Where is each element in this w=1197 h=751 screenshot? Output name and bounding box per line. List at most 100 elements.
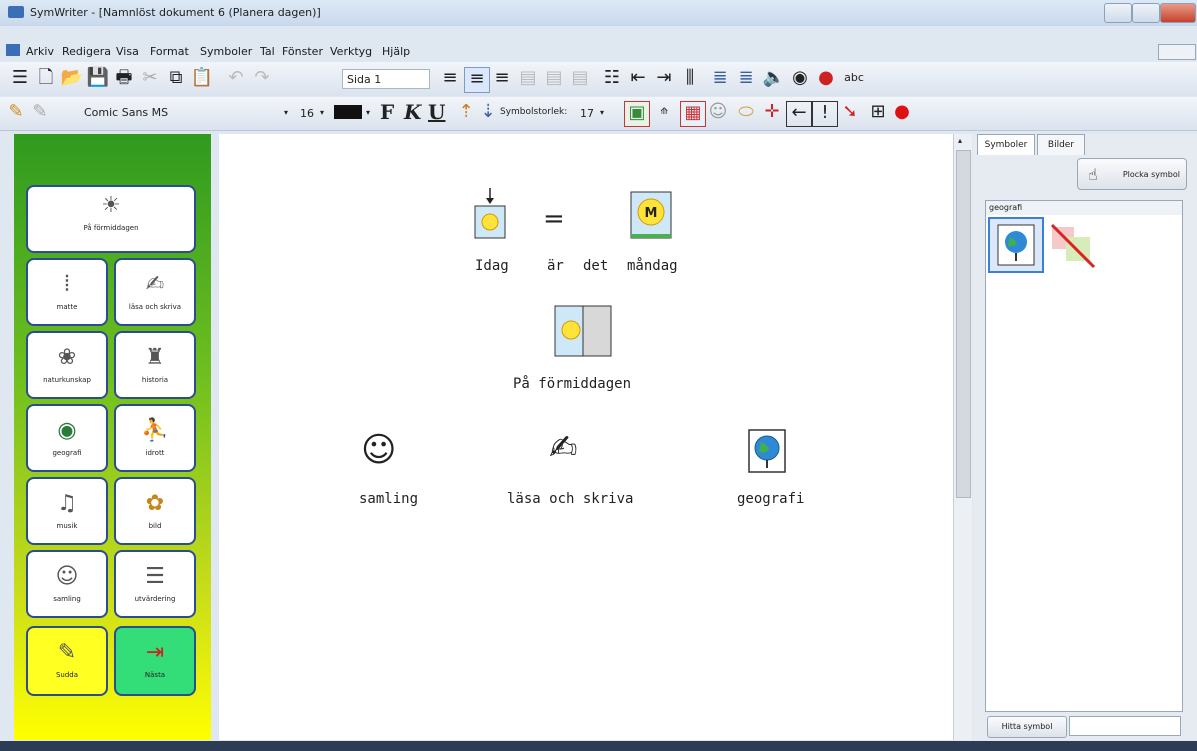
indent-increase-icon[interactable]: ⇥ (652, 67, 676, 91)
align-bottom-icon[interactable]: ▤ (568, 67, 592, 91)
line-spacing-icon[interactable]: ≣ (708, 67, 732, 91)
scroll-up-icon[interactable]: ▴ (958, 136, 962, 145)
split-icon[interactable]: ✛ (760, 101, 784, 125)
document-scrollbar[interactable]: ▴ (953, 134, 972, 740)
bold-button[interactable]: F (380, 100, 394, 124)
columns-icon[interactable]: ⫼ (678, 67, 702, 91)
grid-button-samling[interactable]: ☺ samling (26, 550, 108, 618)
cut-icon[interactable]: ✂ (138, 67, 162, 91)
stop-icon[interactable]: ● (890, 101, 914, 125)
word-idag[interactable]: Idag (475, 258, 509, 274)
outline-icon[interactable]: ⬭ (734, 101, 758, 125)
word-mandag[interactable]: måndag (627, 258, 678, 274)
menu-symboler[interactable]: Symboler (200, 45, 252, 58)
word-ar[interactable]: är (547, 258, 564, 274)
align-middle-icon[interactable]: ▤ (542, 67, 566, 91)
grid-button-geografi[interactable]: ◉ geografi (26, 404, 108, 472)
paste-icon[interactable]: 📋 (190, 67, 214, 91)
new-document-icon[interactable]: 🗋 (34, 67, 58, 91)
next-button[interactable]: ⇥ Nästa (114, 626, 196, 696)
font-size[interactable]: 16 (300, 107, 314, 120)
underline-button[interactable]: U (428, 100, 445, 124)
grid-icon[interactable]: ⊞ (866, 101, 890, 125)
pointer-icon[interactable]: ➘ (838, 101, 862, 125)
menu-hjalp[interactable]: Hjälp (382, 45, 410, 58)
symbol-text-icon[interactable]: ⟰ (652, 101, 676, 125)
menu-tal[interactable]: Tal (260, 45, 275, 58)
phrase-lasa-och-skriva[interactable]: läsa och skriva (507, 491, 633, 507)
copy-icon[interactable]: ⧉ (164, 67, 188, 91)
tab-bilder[interactable]: Bilder (1037, 134, 1085, 155)
symbol-size-value[interactable]: 17 (580, 107, 594, 120)
menu-verktyg[interactable]: Verktyg (330, 45, 372, 58)
undo-icon[interactable]: ↶ (224, 67, 248, 91)
maximize-button[interactable] (1132, 3, 1160, 23)
grid-button-matte[interactable]: ⦙ matte (26, 258, 108, 326)
menu-visa[interactable]: Visa (116, 45, 139, 58)
superscript-icon[interactable]: ⇡ (454, 101, 478, 125)
tab-symboler[interactable]: Symboler (977, 134, 1035, 155)
subscript-icon[interactable]: ⇣ (476, 101, 500, 125)
grid-button-historia[interactable]: ♜ historia (114, 331, 196, 399)
grid-button-naturkunskap[interactable]: ❀ naturkunskap (26, 331, 108, 399)
nature-icon: ❀ (57, 345, 77, 370)
symbol-size-dropdown-icon[interactable]: ▾ (600, 108, 604, 117)
grid-button-utvardering[interactable]: ☰ utvärdering (114, 550, 196, 618)
open-folder-icon[interactable]: 📂 (60, 67, 84, 91)
color-code-icon[interactable]: ▦ (680, 101, 706, 127)
minimize-button[interactable] (1104, 3, 1132, 23)
save-icon[interactable]: 💾 (86, 67, 110, 91)
scroll-thumb[interactable] (956, 150, 971, 498)
align-left-icon[interactable]: ≡ (438, 67, 462, 91)
symbol-list[interactable]: geografi (985, 200, 1183, 712)
italic-button[interactable]: K (404, 100, 421, 124)
document-area[interactable]: = M Idag är det måndag På förmiddagen ☺ … (219, 134, 953, 740)
indent-decrease-icon[interactable]: ⇤ (626, 67, 650, 91)
picture-symbol-icon[interactable]: ▣ (624, 101, 650, 127)
grid-button-idrott[interactable]: ⛹ idrott (114, 404, 196, 472)
pen-icon[interactable]: ✎ (28, 101, 52, 125)
align-top-icon[interactable]: ▤ (516, 67, 540, 91)
find-symbol-button[interactable]: Hitta symbol (987, 716, 1067, 738)
find-symbol-input[interactable] (1069, 716, 1181, 736)
sidebar-toggle-icon[interactable]: ☰ (8, 67, 32, 91)
erase-button[interactable]: ✎ Sudda (26, 626, 108, 696)
size-dropdown-icon[interactable]: ▾ (320, 108, 324, 117)
grid-button-bild[interactable]: ✿ bild (114, 477, 196, 545)
spellcheck-icon[interactable]: abc (842, 67, 866, 91)
no-symbol-option[interactable] (1048, 219, 1100, 271)
speaker-icon[interactable]: 🔈 (762, 67, 786, 91)
font-name-field[interactable]: Comic Sans MS (80, 103, 280, 123)
menu-fonster[interactable]: Fönster (282, 45, 323, 58)
arrow-left-icon[interactable]: ← (786, 101, 812, 127)
grid-button-musik[interactable]: ♫ musik (26, 477, 108, 545)
mdi-controls[interactable] (1158, 44, 1196, 60)
speak-icon[interactable]: ◉ (788, 67, 812, 91)
grid-button-lasa[interactable]: ✍ läsa och skriva (114, 258, 196, 326)
menu-redigera[interactable]: Redigera (62, 45, 111, 58)
exclaim-icon[interactable]: ! (812, 101, 838, 127)
menu-format[interactable]: Format (150, 45, 189, 58)
align-center-icon[interactable]: ≡ (464, 67, 490, 93)
skin-tone-icon[interactable]: ☺ (706, 101, 730, 125)
globe-symbol-option[interactable] (988, 217, 1044, 273)
word-samling[interactable]: samling (359, 491, 418, 507)
pick-symbol-button[interactable]: ☝ Plocka symbol (1077, 158, 1187, 190)
bullet-list-icon[interactable]: ☷ (600, 67, 624, 91)
page-selector[interactable]: Sida 1 (342, 69, 430, 89)
font-dropdown-icon[interactable]: ▾ (284, 108, 288, 117)
color-dropdown-icon[interactable]: ▾ (366, 108, 370, 117)
pencil-icon[interactable]: ✎ (4, 101, 28, 125)
paragraph-spacing-icon[interactable]: ≣ (734, 67, 758, 91)
print-icon[interactable]: 🖶 (112, 67, 136, 91)
phrase-pa-formiddagen[interactable]: På förmiddagen (513, 376, 631, 392)
word-geografi[interactable]: geografi (737, 491, 804, 507)
stamp-icon[interactable]: ● (814, 67, 838, 91)
title-grid-button[interactable]: ☀ På förmiddagen (26, 185, 196, 253)
close-button[interactable] (1160, 3, 1196, 23)
color-swatch[interactable] (334, 105, 362, 119)
align-right-icon[interactable]: ≡ (490, 67, 514, 91)
redo-icon[interactable]: ↷ (250, 67, 274, 91)
menu-arkiv[interactable]: Arkiv (26, 45, 54, 58)
word-det[interactable]: det (583, 258, 608, 274)
